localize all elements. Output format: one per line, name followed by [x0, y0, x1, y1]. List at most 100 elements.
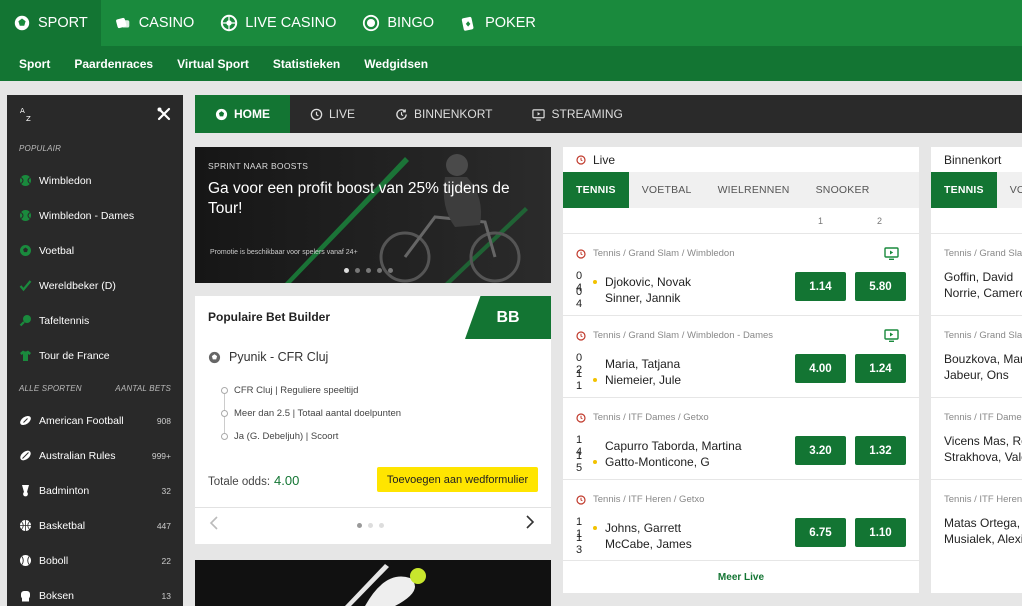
bet-builder-match[interactable]: Pyunik - CFR Cluj — [208, 350, 328, 364]
player-1: Vicens Mas, Rosa — [944, 434, 1022, 448]
tab-streaming[interactable]: STREAMING — [512, 95, 642, 133]
sidebar-item-wereldbeker-d[interactable]: Wereldbeker (D) — [7, 268, 183, 303]
subnav-virtual-sport[interactable]: Virtual Sport — [165, 57, 261, 71]
binnenkort-panel: Binnenkort TENNIS VOETBAL Tennis / Grand… — [931, 147, 1022, 593]
bet-builder-title: Populaire Bet Builder — [208, 310, 331, 324]
odds-button-1[interactable]: 4.00 — [795, 354, 846, 383]
carousel-dot[interactable] — [344, 268, 349, 273]
live-event-row[interactable]: Tennis / ITF Heren / Getxo 1 1 Johns, Garr… — [563, 479, 919, 561]
american-football-icon — [19, 414, 32, 427]
sidebar-all-sports-heading: ALLE SPORTEN AANTAL BETS — [7, 373, 183, 403]
tab-binnenkort[interactable]: BINNENKORT — [375, 95, 512, 133]
topnav-casino[interactable]: CASINO — [101, 0, 208, 46]
live-tab-voetbal[interactable]: VOETBAL — [629, 172, 705, 208]
sports-tools-icon[interactable] — [157, 107, 171, 121]
sidebar-item-label: Australian Rules — [39, 449, 116, 462]
add-to-betslip-button[interactable]: Toevoegen aan wedformulier — [377, 467, 538, 492]
chevron-right-icon[interactable] — [525, 515, 535, 529]
sidebar-item-boksen[interactable]: Boksen 13 — [7, 578, 183, 606]
promo-banner[interactable]: SPRINT NAAR BOOSTS Ga voor een profit bo… — [195, 147, 551, 283]
player-name: Jabeur, Ons — [944, 368, 1009, 382]
topnav-bingo[interactable]: BINGO — [349, 0, 447, 46]
carousel-dot[interactable] — [388, 268, 393, 273]
live-panel: Live TENNIS VOETBAL WIELRENNEN SNOOKER 1… — [563, 147, 919, 593]
binnenkort-event-row[interactable]: Tennis / ITF Heren / Getxo Matas Ortega, … — [931, 479, 1022, 561]
sidebar-item-tafeltennis[interactable]: Tafeltennis — [7, 303, 183, 338]
subnav-sport[interactable]: Sport — [0, 57, 62, 71]
live-tab-tennis[interactable]: TENNIS — [563, 172, 629, 208]
player-name: Niemeier, Jule — [605, 373, 682, 387]
competition-label: Tennis / Grand Slam / Wimbledon — [944, 248, 1022, 259]
live-event-row[interactable]: Tennis / Grand Slam / Wimbledon - Dames 0… — [563, 315, 919, 397]
tab-live[interactable]: LIVE — [290, 95, 375, 133]
player-2: 1 3 McCabe, James — [576, 532, 692, 556]
soccer-ball-icon — [19, 244, 32, 257]
carousel-dot[interactable] — [368, 523, 373, 528]
roulette-icon — [220, 14, 238, 32]
subnav-statistieken[interactable]: Statistieken — [261, 57, 352, 71]
carousel-dot[interactable] — [355, 268, 360, 273]
odds-button-2[interactable]: 1.32 — [855, 436, 906, 465]
clock-icon — [310, 108, 323, 121]
odds-button-2[interactable]: 1.10 — [855, 518, 906, 547]
more-live-link[interactable]: Meer Live — [563, 560, 919, 593]
total-odds-value: 4.00 — [274, 473, 300, 488]
odds-button-1[interactable]: 1.14 — [795, 272, 846, 301]
sort-az-icon[interactable]: AZ — [19, 106, 35, 122]
carousel-dot[interactable] — [377, 268, 382, 273]
serve-indicator — [592, 373, 601, 387]
binnenkort-event-row[interactable]: Tennis / Grand Slam / Wimbledon Goffin, D… — [931, 233, 1022, 315]
sidebar-item-tour-de-france[interactable]: Tour de France — [7, 338, 183, 373]
odds-button-1[interactable]: 6.75 — [795, 518, 846, 547]
binnenkort-title: Binnenkort — [944, 152, 1002, 167]
clock-icon — [576, 154, 586, 165]
binnenkort-event-row[interactable]: Tennis / Grand Slam / Wimbledon - Dames B… — [931, 315, 1022, 397]
tennis-promo-banner[interactable] — [195, 560, 551, 606]
competition-label: Tennis / ITF Dames / Getxo — [944, 412, 1022, 423]
sidebar-item-voetbal[interactable]: Voetbal — [7, 233, 183, 268]
live-tab-snooker[interactable]: SNOOKER — [803, 172, 883, 208]
player-score: 1 3 — [576, 532, 584, 556]
topnav-sport[interactable]: SPORT — [0, 0, 101, 46]
bets-count: 22 — [161, 555, 171, 566]
topnav-casino-label: CASINO — [138, 15, 195, 31]
odds-button-2[interactable]: 5.80 — [855, 272, 906, 301]
cards-icon — [460, 14, 478, 32]
tv-icon[interactable] — [884, 247, 899, 260]
carousel-dot[interactable] — [366, 268, 371, 273]
tab-home-label: HOME — [234, 107, 270, 121]
subnav-paardenraces[interactable]: Paardenraces — [62, 57, 165, 71]
sidebar-item-boboll[interactable]: Boboll 22 — [7, 543, 183, 578]
sidebar-item-basketbal[interactable]: Basketbal 447 — [7, 508, 183, 543]
carousel-dot[interactable] — [357, 523, 362, 528]
jersey-icon — [19, 349, 32, 362]
table-tennis-icon — [19, 314, 32, 327]
refresh-clock-icon — [395, 108, 408, 121]
sidebar-item-label: Boboll — [39, 554, 69, 567]
sidebar-item-australian-rules[interactable]: Australian Rules 999+ — [7, 438, 183, 473]
subnav-wedgidsen[interactable]: Wedgidsen — [352, 57, 440, 71]
sidebar-item-wimbledon-dames[interactable]: Wimbledon - Dames — [7, 198, 183, 233]
tv-icon[interactable] — [884, 329, 899, 342]
sidebar-item-american-football[interactable]: American Football 908 — [7, 403, 183, 438]
column-1-label: 1 — [818, 216, 824, 226]
odds-button-2[interactable]: 1.24 — [855, 354, 906, 383]
tab-home[interactable]: HOME — [195, 95, 290, 133]
odds-button-1[interactable]: 3.20 — [795, 436, 846, 465]
chevron-left-icon[interactable] — [209, 516, 219, 530]
sidebar-item-wimbledon[interactable]: Wimbledon — [7, 163, 183, 198]
topnav-live-casino[interactable]: LIVE CASINO — [207, 0, 349, 46]
live-event-row[interactable]: Tennis / ITF Dames / Getxo 1 4 Capurro Tab… — [563, 397, 919, 479]
carousel-dot[interactable] — [379, 523, 384, 528]
binnenkort-tab-tennis[interactable]: TENNIS — [931, 172, 997, 208]
binnenkort-event-row[interactable]: Tennis / ITF Dames / Getxo Vicens Mas, Ro… — [931, 397, 1022, 479]
live-event-row[interactable]: Tennis / Grand Slam / Wimbledon 0 4 Djokov… — [563, 233, 919, 315]
sidebar-item-badminton[interactable]: Badminton 32 — [7, 473, 183, 508]
player-2: Musialek, Alexis — [944, 532, 1022, 546]
binnenkort-tab-voetbal[interactable]: VOETBAL — [997, 172, 1022, 208]
competition-label: Tennis / Grand Slam / Wimbledon — [593, 248, 735, 259]
topnav-sport-label: SPORT — [38, 15, 88, 31]
topnav-bingo-label: BINGO — [387, 15, 435, 31]
topnav-poker[interactable]: POKER — [447, 0, 549, 46]
live-tab-wielrennen[interactable]: WIELRENNEN — [705, 172, 803, 208]
